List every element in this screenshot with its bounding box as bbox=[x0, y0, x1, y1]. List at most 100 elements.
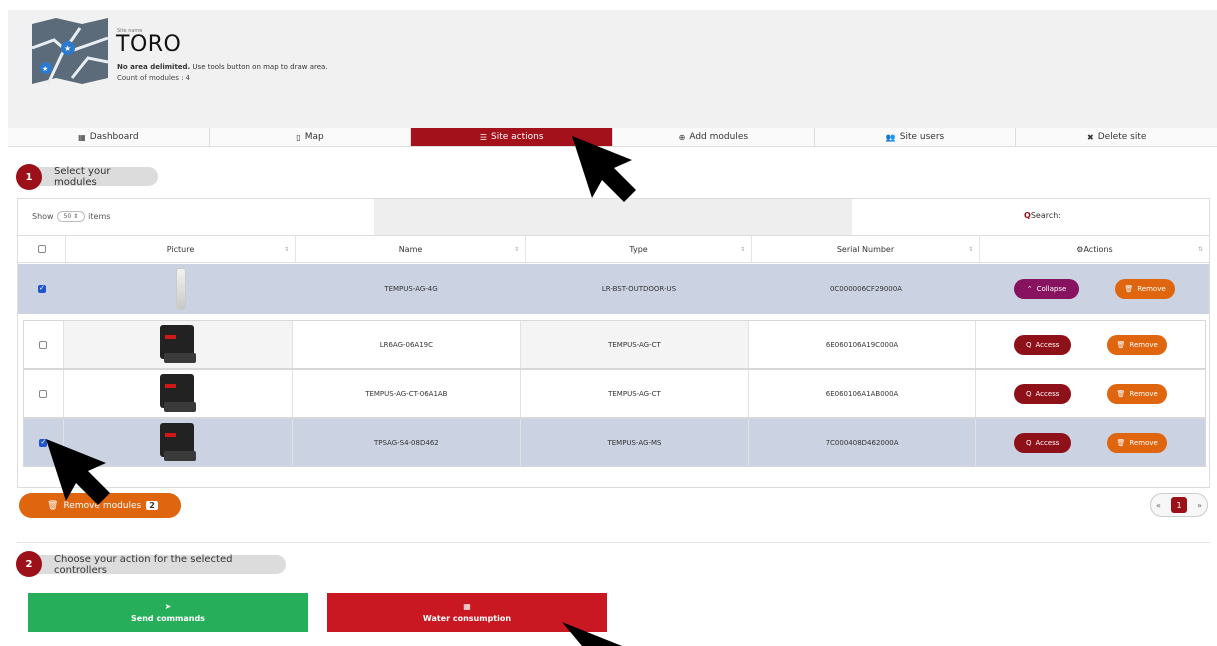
remove-button[interactable]: 🗑 Remove bbox=[1107, 432, 1168, 453]
site-header: ★ ★ Site name TORO No area delimited. Us… bbox=[8, 10, 1217, 128]
plus-circle-icon: ⊕ bbox=[678, 132, 686, 142]
step-1-number: 1 bbox=[16, 164, 42, 190]
table-row[interactable]: LR6AG-06A19C TEMPUS-AG-CT 6E060106A19C00… bbox=[23, 320, 1206, 369]
access-label: Access bbox=[1035, 438, 1060, 447]
remove-button[interactable]: 🗑 Remove bbox=[1115, 279, 1175, 299]
svg-text:★: ★ bbox=[64, 44, 71, 53]
select-all-checkbox[interactable] bbox=[37, 245, 46, 253]
trash-icon: 🗑 bbox=[1116, 340, 1126, 349]
show-label: Show bbox=[32, 212, 54, 221]
page-size-select[interactable]: 50 ⇕ bbox=[56, 211, 86, 222]
table-row[interactable]: TPSAG-S4-08D462 TEMPUS-AG-MS 7C000408D46… bbox=[23, 418, 1206, 467]
trash-icon: 🗑 bbox=[1116, 438, 1126, 447]
collapse-label: Collapse bbox=[1036, 285, 1067, 293]
col-picture[interactable]: Picture ⇕ bbox=[66, 236, 296, 262]
remove-label: Remove bbox=[1129, 340, 1158, 349]
row-checkbox[interactable] bbox=[38, 284, 46, 293]
next-page-button[interactable]: » bbox=[1197, 501, 1202, 510]
access-button[interactable]: Q Access bbox=[1014, 334, 1072, 355]
row-actions: Q Access 🗑 Remove bbox=[976, 419, 1205, 466]
row-actions: ⌃ Collapse 🗑 Remove bbox=[980, 264, 1209, 314]
tab-label: Site users bbox=[899, 132, 945, 142]
col-serial[interactable]: Serial Number ⇕ bbox=[752, 236, 980, 262]
tab-dashboard[interactable]: ▦ Dashboard bbox=[8, 128, 210, 146]
pointer-arrow-icon bbox=[46, 439, 110, 505]
remove-button[interactable]: 🗑 Remove bbox=[1107, 383, 1168, 404]
sort-icon: ⇕ bbox=[967, 245, 973, 253]
current-page[interactable]: 1 bbox=[1171, 497, 1187, 513]
row-type: LR-BST-OUTDOOR-US bbox=[601, 285, 677, 293]
tab-map[interactable]: ▯ Map bbox=[210, 128, 412, 146]
row-picture bbox=[63, 321, 293, 368]
grid-icon: ▦ bbox=[78, 132, 86, 142]
modules-table: Show 50 ⇕ items QSearch: Picture ⇕ Name ⇕ … bbox=[17, 198, 1210, 488]
step-2-label: Choose your action for the selected cont… bbox=[16, 554, 286, 576]
trash-icon: 🗑 bbox=[1116, 389, 1126, 398]
row-picture bbox=[64, 370, 293, 417]
sliders-icon: ☰ bbox=[479, 132, 487, 142]
area-note-text: Use tools button on map to draw area. bbox=[190, 63, 328, 71]
paper-plane-icon: ➤ bbox=[164, 602, 172, 611]
controller-image bbox=[159, 324, 196, 365]
search-icon: Q bbox=[1025, 389, 1032, 398]
table-header: Picture ⇕ Name ⇕ Type ⇕ Serial Number ⇕ ⚙ Act… bbox=[18, 235, 1209, 263]
col-type[interactable]: Type ⇕ bbox=[526, 236, 752, 262]
col-name[interactable]: Name ⇕ bbox=[296, 236, 526, 262]
site-title: TORO bbox=[116, 32, 182, 57]
pointer-arrow-icon bbox=[572, 136, 636, 202]
table-row[interactable]: TEMPUS-AG-4G LR-BST-OUTDOOR-US 0C000006C… bbox=[18, 264, 1209, 314]
sort-icon: ⇕ bbox=[739, 245, 745, 253]
tab-add-modules[interactable]: ⊕ Add modules bbox=[613, 128, 815, 146]
row-name: LR6AG-06A19C bbox=[293, 321, 522, 368]
search-label[interactable]: QSearch: bbox=[1024, 211, 1061, 220]
row-check-cell bbox=[18, 264, 66, 314]
tab-label: Map bbox=[304, 132, 324, 142]
row-name: TEMPUS-AG-CT-06A1AB bbox=[293, 370, 522, 417]
page-size-value: 50 bbox=[63, 213, 72, 220]
remove-button[interactable]: 🗑 Remove bbox=[1107, 334, 1168, 355]
selected-count-badge: 2 bbox=[146, 501, 158, 510]
remove-label: Remove bbox=[1129, 389, 1158, 398]
pagination: « 1 » bbox=[1150, 493, 1208, 517]
access-button[interactable]: Q Access bbox=[1014, 383, 1072, 404]
collapse-button[interactable]: ⌃ Collapse bbox=[1014, 279, 1079, 299]
page-size-control: Show 50 ⇕ items bbox=[32, 211, 110, 222]
remove-label: Remove bbox=[1137, 285, 1166, 293]
col-actions: ⚙ Actions ⇅ bbox=[980, 236, 1209, 262]
sort-icon: ⇕ bbox=[283, 245, 289, 253]
area-note: No area delimited. Use tools button on m… bbox=[117, 63, 328, 71]
search-text: Search: bbox=[1030, 211, 1061, 220]
table-row[interactable]: TEMPUS-AG-CT-06A1AB TEMPUS-AG-CT 6E06010… bbox=[23, 369, 1206, 418]
gear-icon: ⚙ bbox=[1076, 244, 1084, 254]
row-serial: 0C000006CF29000A bbox=[829, 285, 903, 293]
access-label: Access bbox=[1035, 389, 1060, 398]
col-picture-label: Picture bbox=[166, 244, 195, 254]
users-icon: 👥 bbox=[885, 132, 896, 142]
row-serial: 6E060106A19C000A bbox=[749, 321, 977, 368]
row-type: TEMPUS-AG-MS bbox=[521, 419, 749, 466]
prev-page-button[interactable]: « bbox=[1156, 501, 1161, 510]
row-check-cell bbox=[24, 321, 64, 368]
module-count: Count of modules : 4 bbox=[117, 74, 191, 82]
access-label: Access bbox=[1035, 340, 1060, 349]
step-2-number: 2 bbox=[16, 551, 42, 577]
sort-icon: ⇕ bbox=[513, 245, 519, 253]
row-name: TPSAG-S4-08D462 bbox=[293, 419, 522, 466]
controller-image bbox=[159, 422, 196, 463]
map-icon: ▯ bbox=[296, 132, 301, 142]
tab-label: Add modules bbox=[689, 132, 749, 142]
row-actions: Q Access 🗑 Remove bbox=[976, 321, 1205, 368]
trash-icon: 🗑 bbox=[1124, 285, 1134, 293]
pointer-arrow-icon bbox=[562, 622, 622, 646]
row-type: TEMPUS-AG-CT bbox=[521, 370, 749, 417]
tab-label: Dashboard bbox=[89, 132, 139, 142]
row-checkbox[interactable] bbox=[39, 340, 48, 349]
search-icon: Q bbox=[1025, 340, 1032, 349]
row-checkbox[interactable] bbox=[39, 389, 48, 398]
tab-site-users[interactable]: 👥 Site users bbox=[815, 128, 1017, 146]
send-commands-button[interactable]: ➤ Send commands bbox=[28, 593, 308, 632]
items-label: items bbox=[88, 212, 111, 221]
tab-delete-site[interactable]: ✖ Delete site bbox=[1016, 128, 1217, 146]
tab-label: Delete site bbox=[1097, 132, 1147, 142]
access-button[interactable]: Q Access bbox=[1014, 432, 1072, 453]
